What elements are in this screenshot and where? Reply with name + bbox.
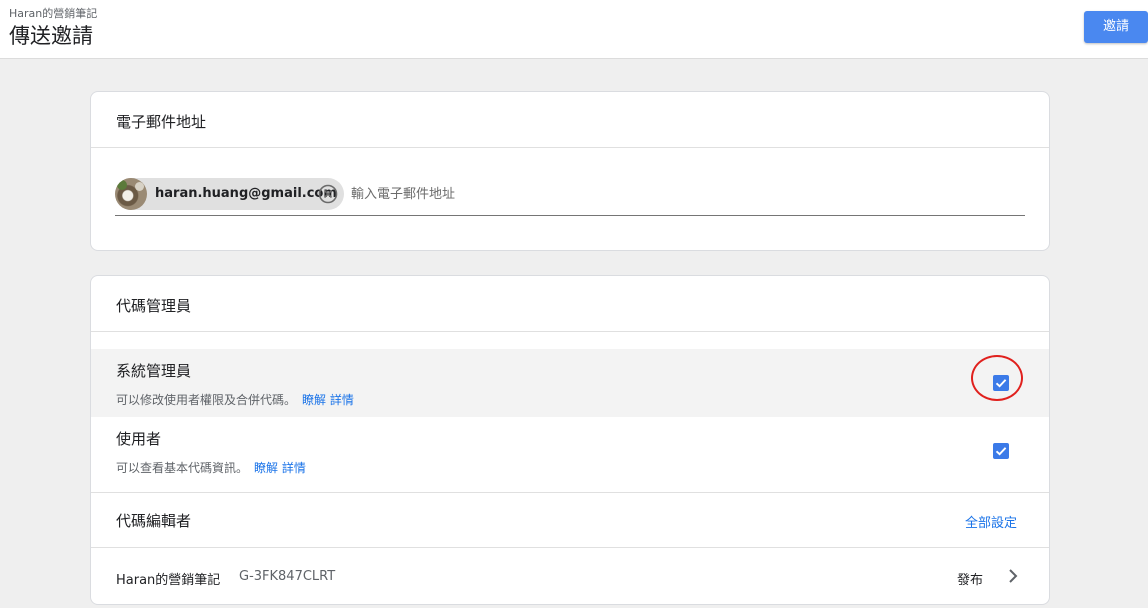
invite-button[interactable]: 邀請 (1084, 11, 1148, 43)
page-title: 傳送邀請 (9, 24, 93, 48)
avatar (115, 178, 147, 210)
roles-card-header: 代碼管理員 (91, 276, 1049, 332)
role-desc-user: 可以查看基本代碼資訊。 瞭解 詳情 (116, 459, 306, 476)
container-name: Haran的營銷筆記 (116, 573, 221, 588)
role-row-user[interactable]: 使用者 可以查看基本代碼資訊。 瞭解 詳情 (91, 417, 1049, 493)
container-id: G-3FK847CLRT (239, 569, 336, 584)
roles-card: 代碼管理員 系統管理員 可以修改使用者權限及合併代碼。 瞭解 詳情 使用者 可以查… (90, 275, 1050, 605)
role-desc-admin: 可以修改使用者權限及合併代碼。 瞭解 詳情 (116, 391, 354, 408)
set-all-button[interactable]: 全部設定 (965, 512, 1017, 531)
editor-label: 代碼編輯者 (116, 512, 192, 530)
role-name-admin: 系統管理員 (116, 362, 192, 380)
email-chip: haran.huang@gmail.com (115, 178, 344, 210)
editor-row: 代碼編輯者 全部設定 (91, 493, 1049, 548)
email-input[interactable] (351, 183, 911, 205)
chip-email: haran.huang@gmail.com (155, 186, 337, 201)
role-desc-admin-text: 可以修改使用者權限及合併代碼。 (116, 393, 297, 407)
roles-section-title: 代碼管理員 (116, 297, 192, 315)
check-icon (995, 447, 1007, 456)
user-checkbox[interactable] (993, 443, 1009, 459)
remove-chip-icon[interactable] (318, 184, 338, 204)
top-bar: Haran的營銷筆記 傳送邀請 邀請 (0, 0, 1148, 59)
role-name-user: 使用者 (116, 430, 162, 448)
chevron-right-icon[interactable] (1006, 567, 1020, 585)
role-row-admin[interactable]: 系統管理員 可以修改使用者權限及合併代碼。 瞭解 詳情 (91, 349, 1049, 417)
highlight-annotation-circle (971, 355, 1023, 401)
email-card-header: 電子郵件地址 (91, 92, 1049, 148)
email-card: 電子郵件地址 haran.huang@gmail.com (90, 91, 1050, 251)
account-name: Haran的營銷筆記 (9, 7, 98, 20)
email-input-row: haran.huang@gmail.com (115, 178, 1025, 216)
role-desc-user-text: 可以查看基本代碼資訊。 (116, 461, 249, 475)
container-permission: 發布 (957, 573, 984, 588)
email-section-title: 電子郵件地址 (116, 113, 207, 131)
learn-more-link-admin[interactable]: 瞭解 詳情 (302, 393, 354, 407)
container-row[interactable]: Haran的營銷筆記 G-3FK847CLRT 發布 (91, 548, 1049, 604)
learn-more-link-user[interactable]: 瞭解 詳情 (254, 461, 306, 475)
